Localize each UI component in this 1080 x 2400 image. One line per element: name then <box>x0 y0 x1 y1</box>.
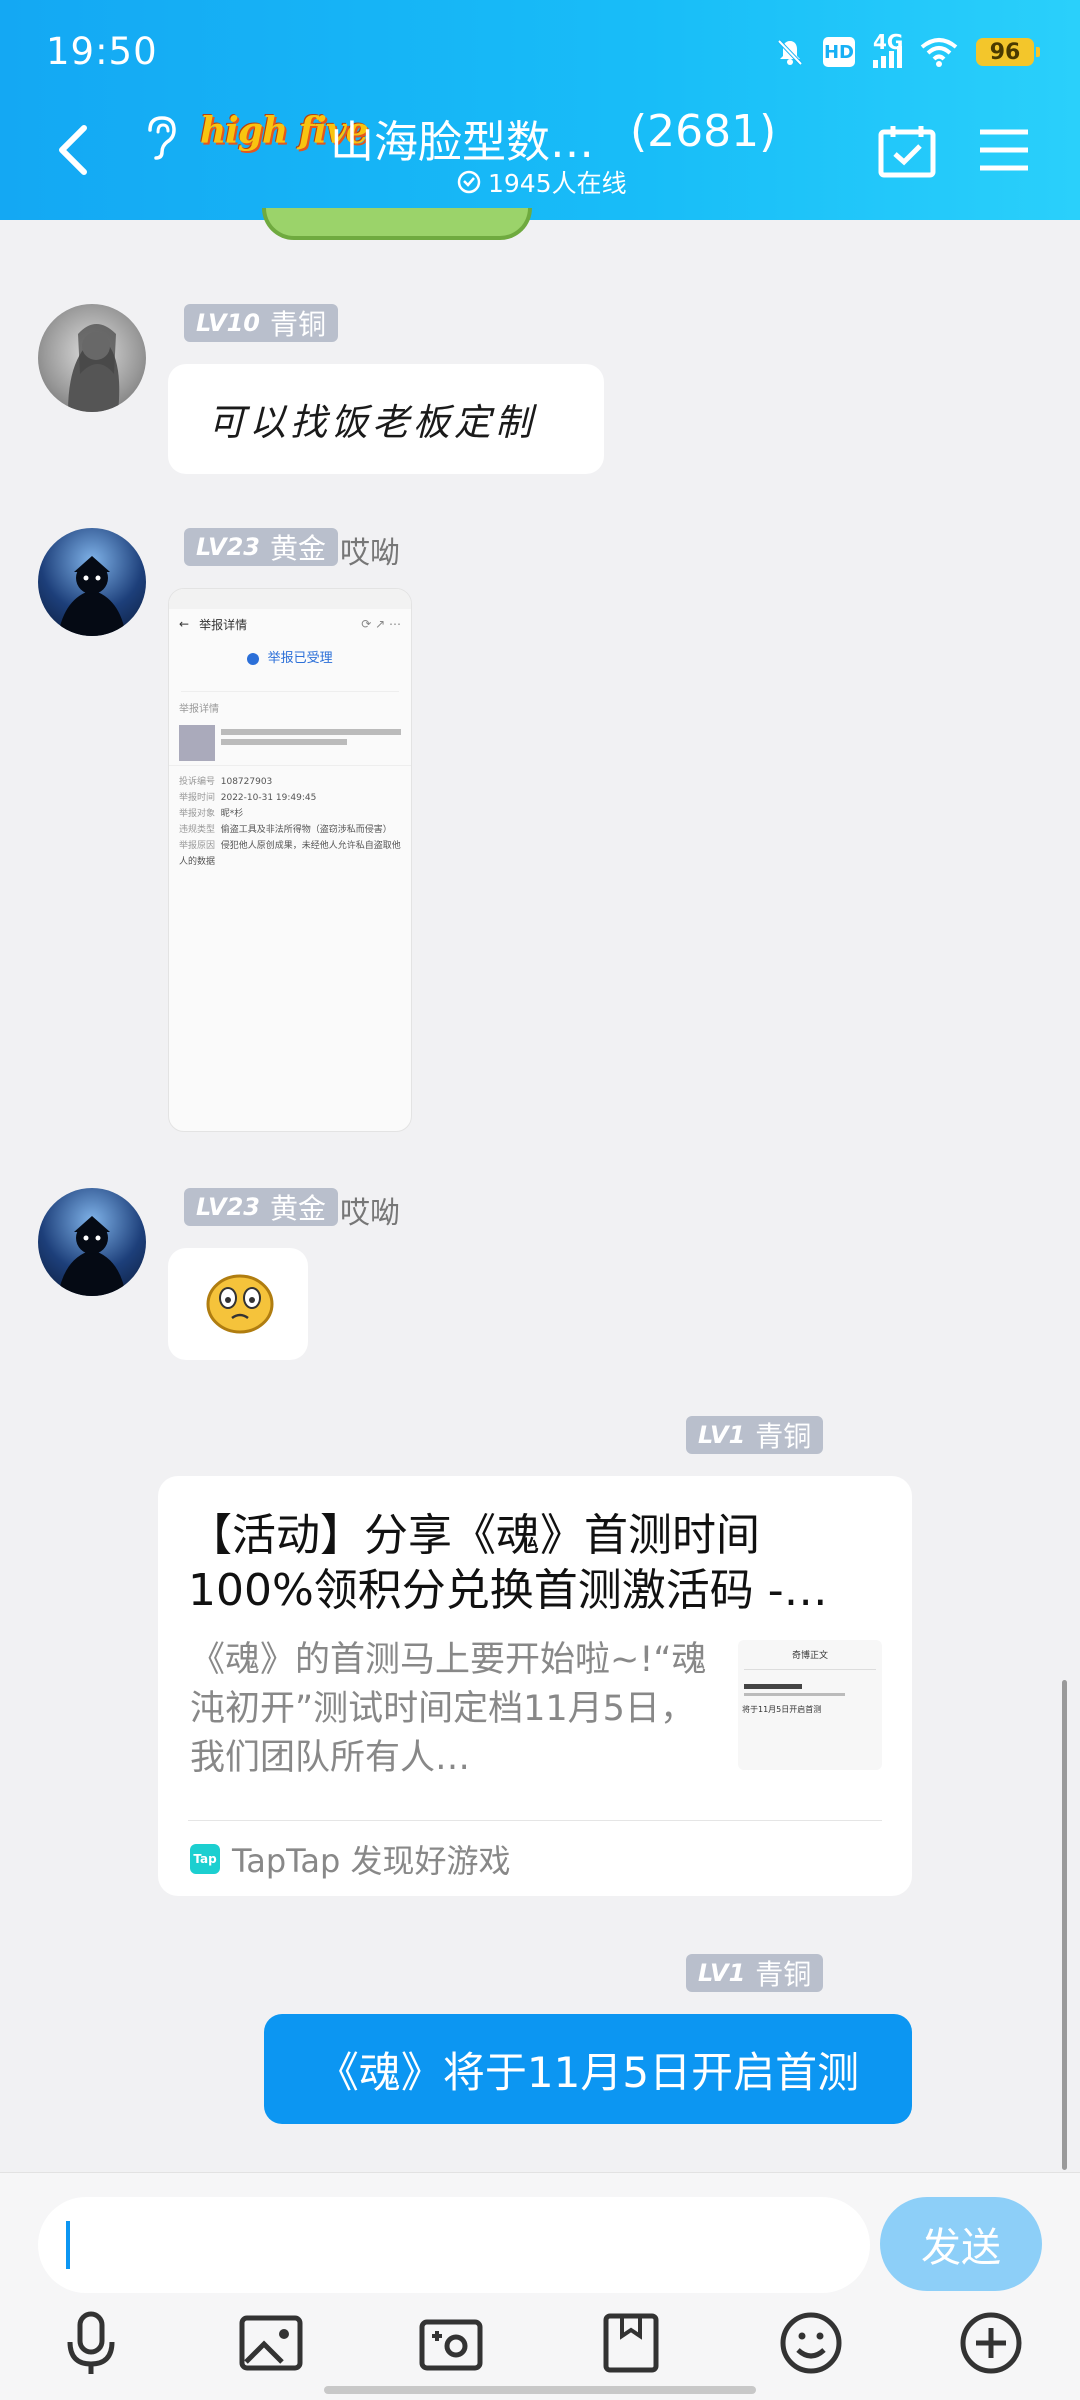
card-divider <box>188 1820 882 1821</box>
card-thumbnail: 奇博正文 将于11月5日开启首测 <box>738 1640 882 1770</box>
battery-indicator: 96 <box>976 38 1040 66</box>
network-type: 4G <box>873 30 904 54</box>
sent-message[interactable]: 《魂》将于11月5日开启首测 <box>264 2014 912 2124</box>
avatar[interactable] <box>38 528 146 636</box>
signal-indicator: 4G <box>873 32 903 68</box>
shot-details: 投诉编号 108727903 举报时间 2022-10-31 19:49:45 … <box>179 777 401 867</box>
avatar[interactable] <box>38 304 146 412</box>
image-icon[interactable] <box>236 2308 306 2378</box>
wifi-icon <box>920 38 958 67</box>
ear-icon[interactable] <box>140 112 180 162</box>
shot-statusbar <box>169 589 411 609</box>
hd-badge: HD <box>823 37 855 67</box>
card-description: 《魂》的首测马上要开始啦~!“魂沌初开”测试时间定档11月5日，我们团队所有人… <box>190 1640 707 1778</box>
calendar-check-icon[interactable] <box>878 124 936 178</box>
sticker-message[interactable] <box>168 1248 308 1360</box>
back-arrow-icon[interactable] <box>52 122 92 178</box>
shot-target <box>169 721 411 766</box>
online-count: 1945人在线 <box>488 169 627 198</box>
taptap-logo-icon: Tap <box>190 1844 220 1874</box>
mute-bell-icon <box>777 39 803 66</box>
send-button[interactable]: 发送 <box>880 2197 1042 2291</box>
level-badge: LV1 青铜 <box>686 1954 824 1992</box>
plus-icon[interactable] <box>956 2308 1026 2378</box>
app-header: 19:50 HD 4G 96 high five 山海脸型数… (2681) 1… <box>0 0 1080 220</box>
sender-name: 哎呦 <box>340 1196 400 1231</box>
status-time: 19:50 <box>46 30 158 73</box>
avatar-art <box>58 1216 126 1296</box>
avatar-art <box>68 324 120 412</box>
avatar-art <box>58 556 126 636</box>
avatar[interactable] <box>38 1188 146 1296</box>
home-indicator[interactable] <box>324 2386 756 2394</box>
face-sticker-icon <box>206 1274 274 1334</box>
level-badge: LV23 黄金 <box>184 1188 338 1226</box>
file-icon[interactable] <box>596 2308 666 2378</box>
link-card[interactable]: 【活动】分享《魂》首测时间100%领积分兑换首测激活码 -… 《魂》的首测马上要… <box>158 1476 912 1896</box>
message-input[interactable] <box>38 2197 870 2293</box>
status-icons: HD 4G 96 <box>775 30 1040 74</box>
card-source: Tap TapTap 发现好游戏 <box>190 1836 511 1882</box>
sender-name: 哎呦 <box>340 536 400 571</box>
online-status: 1945人在线 <box>456 164 627 200</box>
mic-icon[interactable] <box>56 2308 126 2378</box>
member-count[interactable]: (2681) <box>630 106 776 157</box>
image-message[interactable]: ← 举报详情 ⟳ ↗ ⋯ 举报已受理 举报详情 投诉编号 108727903 举… <box>168 588 412 1132</box>
card-title: 【活动】分享《魂》首测时间100%领积分兑换首测激活码 -… <box>188 1510 828 1616</box>
camera-icon[interactable] <box>416 2308 486 2378</box>
group-name[interactable]: 山海脸型数… <box>330 106 594 170</box>
shot-header: ← 举报详情 ⟳ ↗ ⋯ <box>179 617 401 632</box>
check-circle-icon <box>457 170 481 194</box>
scrollbar[interactable] <box>1062 1680 1067 2170</box>
level-badge: LV1 青铜 <box>686 1416 824 1454</box>
emoji-icon[interactable] <box>776 2308 846 2378</box>
text-caret <box>66 2221 70 2269</box>
level-badge: LV10 青铜 <box>184 304 338 342</box>
input-area: 发送 <box>0 2172 1080 2400</box>
shot-status: 举报已受理 <box>169 639 411 670</box>
message-text: 可以找饭老板定制 <box>208 401 536 444</box>
sticker-peek <box>262 208 532 240</box>
menu-icon[interactable] <box>978 128 1030 172</box>
shot-section: 举报详情 <box>179 704 219 715</box>
level-badge: LV23 黄金 <box>184 528 338 566</box>
